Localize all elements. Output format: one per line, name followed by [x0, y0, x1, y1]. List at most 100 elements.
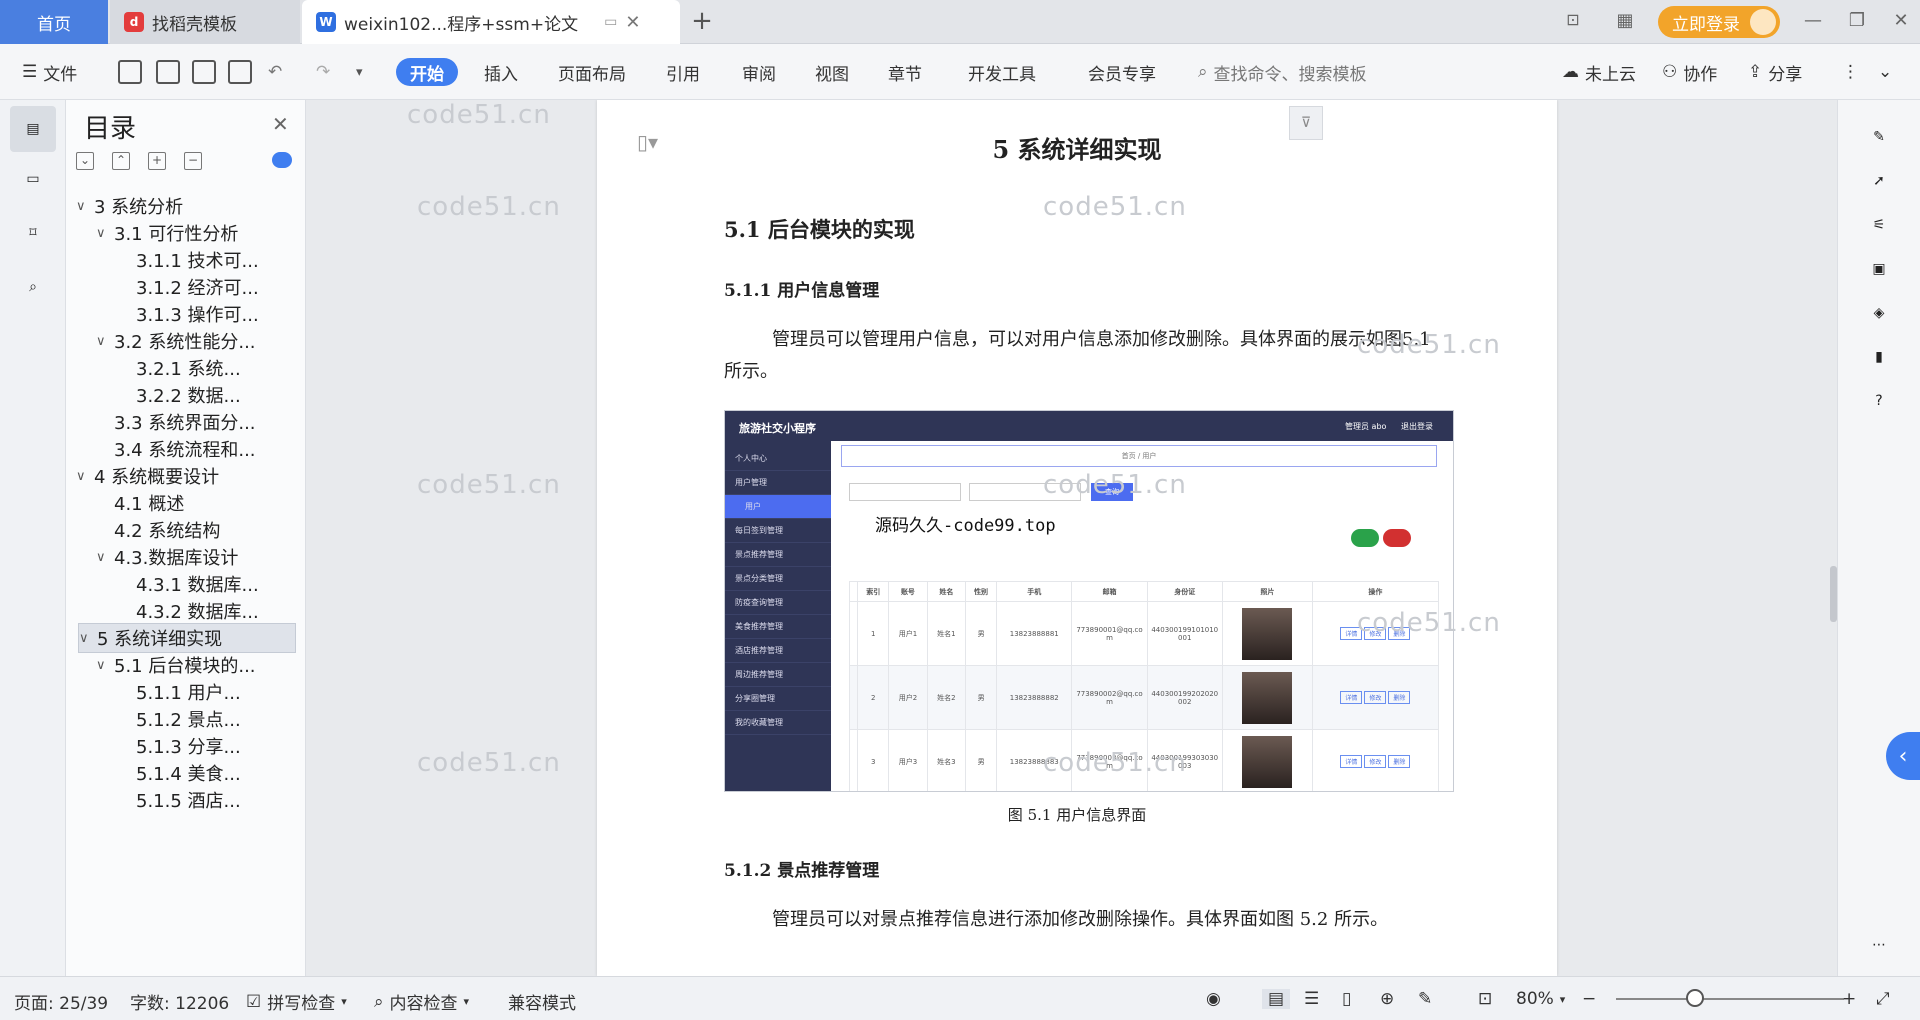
print-preview-icon[interactable] — [228, 60, 252, 84]
expand-icon[interactable]: ⌄ — [76, 152, 94, 170]
toc-item[interactable]: 3.3 系统界面分... — [96, 407, 292, 437]
toc-item[interactable]: 4.3.2 数据库... — [122, 596, 292, 626]
collapse-icon[interactable]: ⌃ — [112, 152, 130, 170]
toc-item[interactable]: ∨ 4 系统概要设计 — [76, 461, 292, 491]
zoom-in-icon[interactable]: + — [1842, 989, 1856, 1009]
chevron-down-icon[interactable]: ∨ — [79, 631, 97, 646]
apps-grid-icon[interactable]: ▦ — [1612, 10, 1638, 34]
toc-item[interactable]: 3.1.2 经济可... — [122, 272, 292, 302]
menu-tab-7[interactable]: 开发工具 — [968, 58, 1036, 86]
eye-protection-icon[interactable]: ◉ — [1206, 989, 1221, 1009]
toc-item[interactable]: 5.1.1 用户... — [122, 677, 292, 707]
quick-access-dropdown-icon[interactable]: ▾ — [356, 58, 363, 86]
file-menu[interactable]: ☰ 文件 — [22, 58, 77, 86]
pen-icon[interactable]: ✎ — [1864, 122, 1894, 152]
chevron-down-icon[interactable]: ∨ — [96, 658, 114, 673]
tab-document[interactable]: W weixin102...程序+ssm+论文 ▭ ✕ — [302, 0, 680, 44]
toc-item[interactable]: ∨ 3.1 可行性分析 — [96, 218, 292, 248]
ai-toc-icon[interactable] — [272, 152, 292, 168]
page-scroll-thumb[interactable] — [1830, 566, 1837, 622]
outline-view-icon[interactable]: ☰ — [1304, 989, 1319, 1009]
pin-icon[interactable]: ▭ — [604, 14, 617, 30]
page-view-icon[interactable]: ▤ — [1262, 989, 1291, 1009]
find-icon[interactable]: ⌕ — [18, 272, 48, 302]
menu-tab-8[interactable]: 会员专享 — [1088, 58, 1156, 86]
zoom-level[interactable]: 80% ▾ — [1516, 989, 1565, 1009]
toc-item[interactable]: 4.1 概述 — [96, 488, 292, 518]
toc-item[interactable]: ∨ 3.2 系统性能分... — [96, 326, 292, 356]
toc-item[interactable]: ∨ 5.1 后台模块的... — [96, 650, 292, 680]
read-view-icon[interactable]: ▯ — [1342, 989, 1351, 1009]
toc-item[interactable]: 5.1.3 分享... — [122, 731, 292, 761]
print-icon[interactable] — [192, 60, 216, 84]
select-icon[interactable]: ➚ — [1864, 166, 1894, 196]
share-button[interactable]: ⇪ 分享 — [1748, 58, 1802, 86]
menu-tab-2[interactable]: 页面布局 — [558, 58, 626, 86]
toc-item[interactable]: 5.1.4 美食... — [122, 758, 292, 788]
page-count[interactable]: 页面: 25/39 — [14, 989, 108, 1014]
collab-button[interactable]: ⚇ 协作 — [1662, 58, 1717, 86]
undo-icon[interactable]: ↶ — [268, 58, 282, 86]
toc-close-icon[interactable]: ✕ — [272, 112, 289, 136]
minimize-icon[interactable]: — — [1800, 10, 1826, 34]
chevron-down-icon[interactable]: ∨ — [96, 550, 114, 565]
toc-item[interactable]: 3.1.3 操作可... — [122, 299, 292, 329]
menu-tab-1[interactable]: 插入 — [484, 58, 518, 86]
write-view-icon[interactable]: ✎ — [1418, 989, 1432, 1009]
toc-item[interactable]: 4.3.1 数据库... — [122, 569, 292, 599]
toc-item[interactable]: 3.2.1 系统... — [122, 353, 292, 383]
toc-item[interactable]: 5.1.2 景点... — [122, 704, 292, 734]
close-tab-icon[interactable]: ✕ — [625, 12, 640, 33]
adjust-icon[interactable]: ⚟ — [1864, 210, 1894, 240]
bookmark-icon[interactable]: ⌑ — [18, 218, 48, 248]
toc-item[interactable]: ∨ 4.3.数据库设计 — [96, 542, 292, 572]
web-view-icon[interactable]: ⊕ — [1380, 989, 1394, 1009]
collapse-ribbon-icon[interactable]: ⌄ — [1878, 58, 1892, 86]
cloud-status[interactable]: ☁ 未上云 — [1562, 58, 1636, 86]
toc-item[interactable]: ∨ 3 系统分析 — [76, 191, 292, 221]
menu-tab-6[interactable]: 章节 — [888, 58, 922, 86]
redo-icon[interactable]: ↷ — [316, 58, 330, 86]
toc-item[interactable]: ∨ 5 系统详细实现 — [78, 623, 296, 653]
chevron-down-icon[interactable]: ∨ — [76, 199, 94, 214]
new-tab-button[interactable]: + — [688, 8, 716, 36]
word-count[interactable]: 字数: 12206 — [130, 989, 229, 1014]
outline-icon[interactable]: ▭ — [18, 164, 48, 194]
remove-heading-icon[interactable]: − — [184, 152, 202, 170]
ai-assistant-icon[interactable]: ◈ — [1864, 298, 1894, 328]
command-search[interactable]: ⌕ 查找命令、搜索模板 — [1198, 58, 1367, 86]
menu-tab-3[interactable]: 引用 — [666, 58, 700, 86]
fullscreen-icon[interactable]: ⤢ — [1876, 989, 1890, 1009]
toc-item[interactable]: 3.2.2 数据... — [122, 380, 292, 410]
menu-tab-5[interactable]: 视图 — [815, 58, 849, 86]
add-heading-icon[interactable]: + — [148, 152, 166, 170]
spell-check-button[interactable]: ☑ 拼写检查 ▾ — [246, 989, 347, 1015]
chevron-down-icon[interactable]: ∨ — [96, 334, 114, 349]
close-window-icon[interactable]: ✕ — [1888, 10, 1914, 34]
chevron-down-icon[interactable]: ∨ — [96, 226, 114, 241]
tab-find-template[interactable]: d 找稻壳模板 — [110, 0, 300, 44]
page-scrollbar[interactable] — [1830, 100, 1837, 976]
save-as-icon[interactable] — [156, 60, 180, 84]
menu-tab-0[interactable]: 开始 — [396, 58, 458, 86]
save-icon[interactable] — [118, 60, 142, 84]
chevron-down-icon[interactable]: ∨ — [76, 469, 94, 484]
filter-icon[interactable]: ⊽ — [1289, 106, 1323, 140]
zoom-out-icon[interactable]: − — [1582, 989, 1596, 1009]
more-icon[interactable]: ⋮ — [1842, 58, 1859, 86]
fit-page-icon[interactable]: ⊡ — [1478, 989, 1492, 1009]
toc-item[interactable]: 4.2 系统结构 — [96, 515, 292, 545]
zoom-slider-knob[interactable] — [1686, 989, 1704, 1007]
layout-icon[interactable]: ⊡ — [1560, 10, 1586, 34]
login-button[interactable]: 立即登录 — [1658, 6, 1780, 38]
template-icon[interactable]: ▣ — [1864, 254, 1894, 284]
toc-panel-icon[interactable]: ▤ — [10, 106, 56, 152]
toc-item[interactable]: 3.4 系统流程和... — [96, 434, 292, 464]
zoom-slider[interactable] — [1616, 998, 1844, 1000]
content-check-button[interactable]: ⌕ 内容检查 ▾ — [374, 989, 469, 1015]
toc-item[interactable]: 3.1.1 技术可... — [122, 245, 292, 275]
restore-icon[interactable]: ❐ — [1844, 10, 1870, 34]
tab-home[interactable]: 首页 — [0, 0, 108, 44]
toc-item[interactable]: 5.1.5 酒店... — [122, 785, 292, 815]
menu-tab-4[interactable]: 审阅 — [742, 58, 776, 86]
